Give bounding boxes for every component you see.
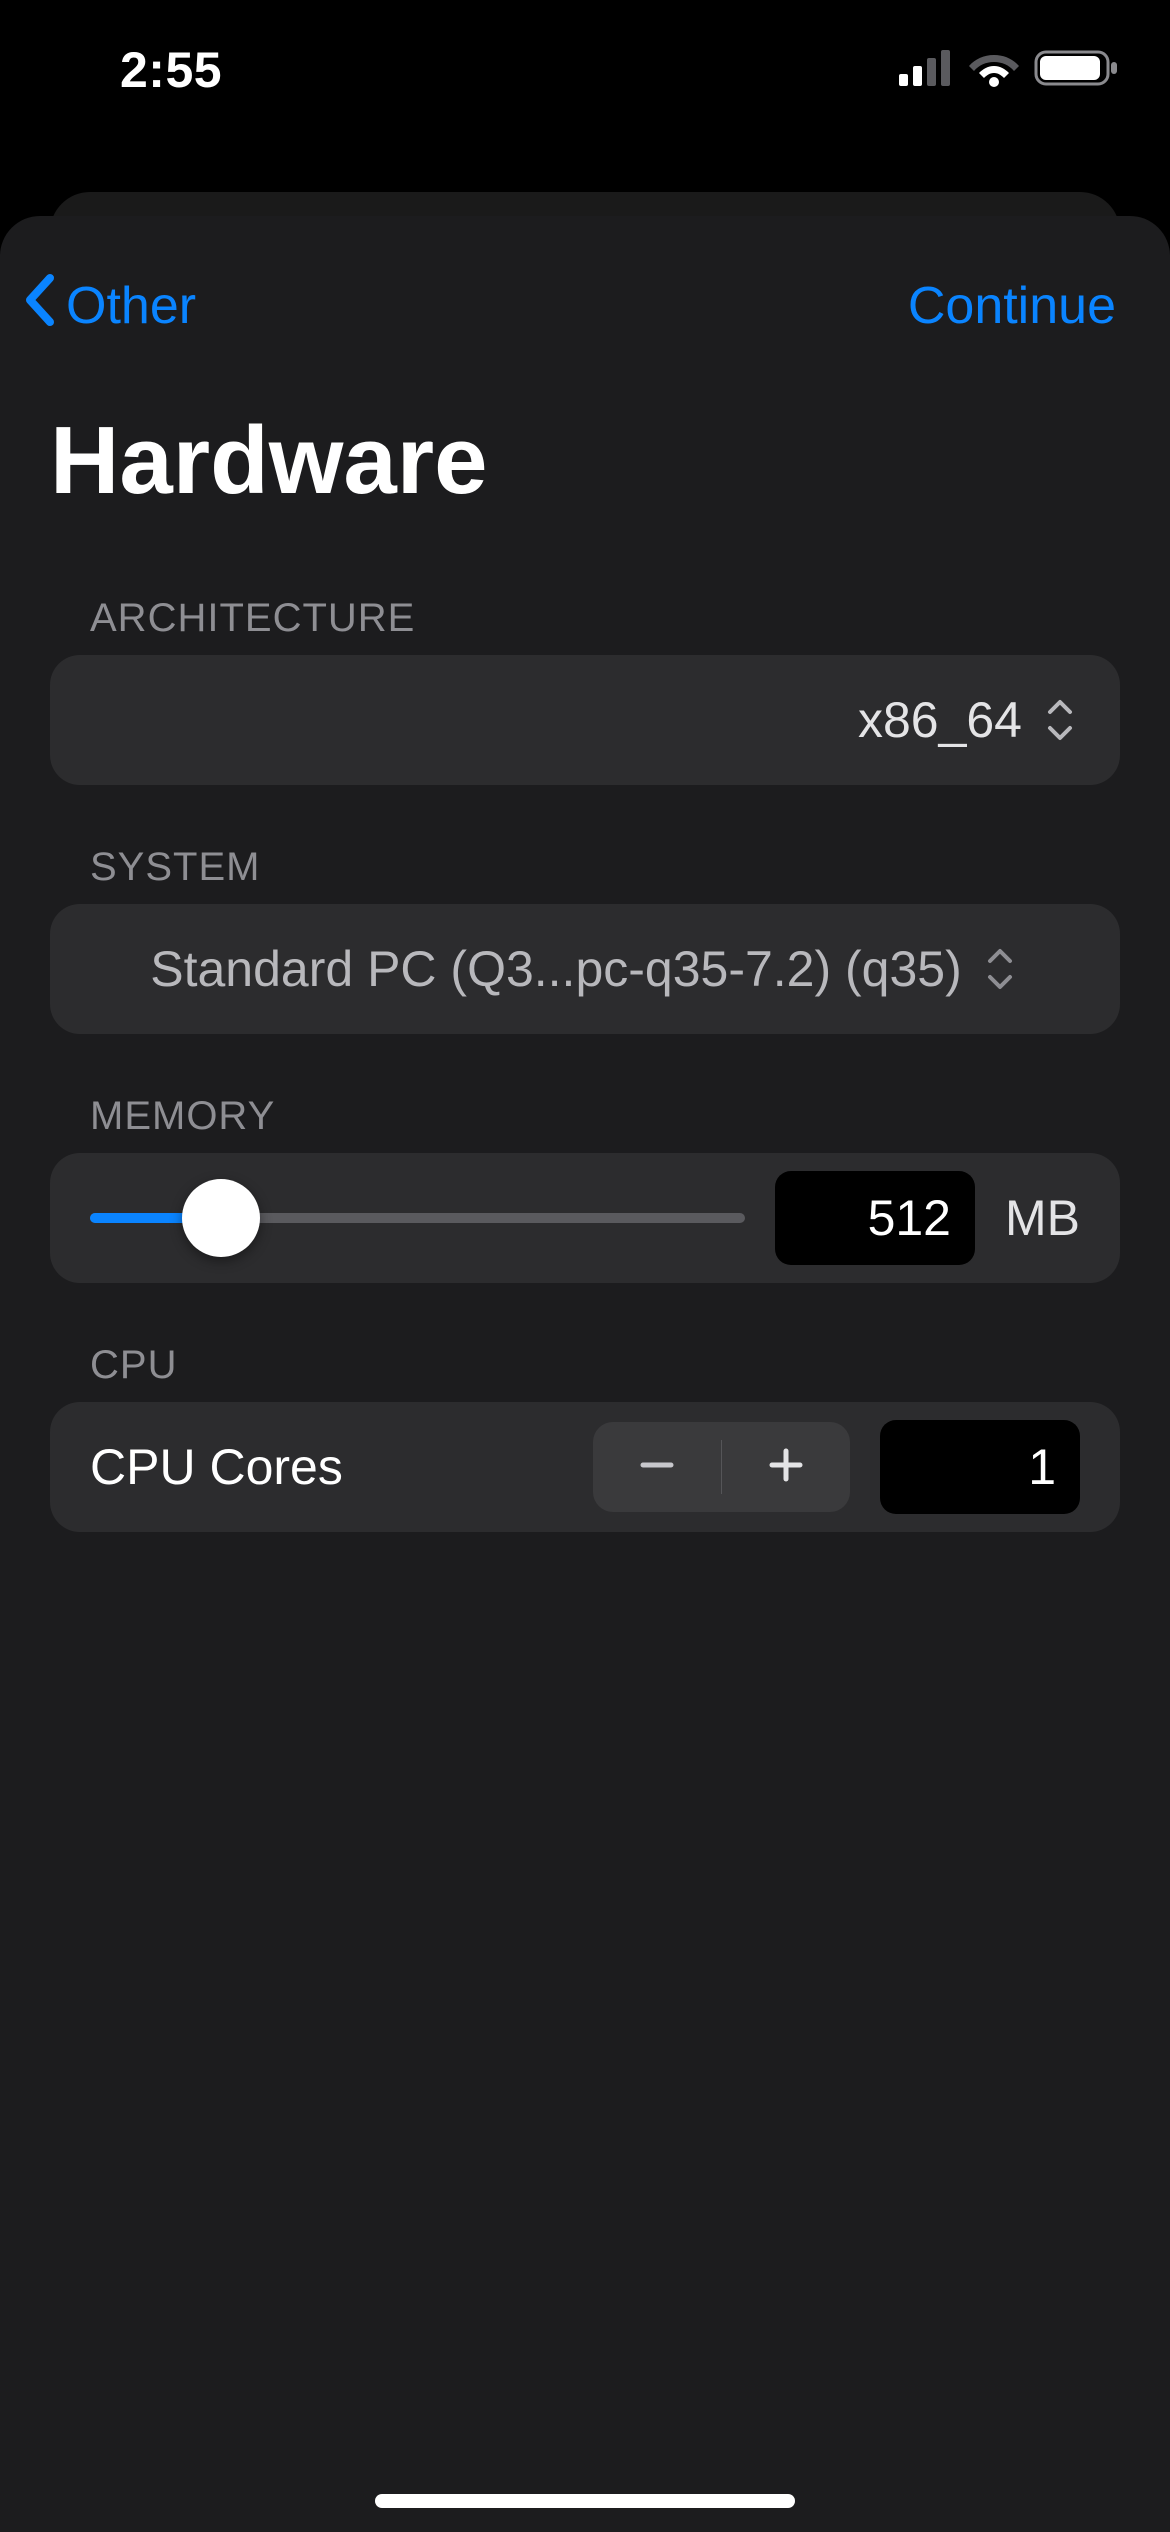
continue-button[interactable]: Continue [908, 276, 1130, 336]
chevron-left-icon [20, 270, 66, 343]
architecture-select[interactable]: x86_64 [50, 655, 1120, 785]
system-select[interactable]: Standard PC (Q3...pc-q35-7.2) (q35) [50, 904, 1120, 1034]
cpu-row: CPU Cores 1 [50, 1402, 1120, 1532]
memory-slider[interactable] [90, 1192, 745, 1244]
memory-value-field[interactable]: 512 [775, 1171, 975, 1265]
wifi-icon [968, 49, 1020, 92]
status-time: 2:55 [120, 41, 222, 99]
status-indicators [899, 48, 1120, 93]
status-bar: 2:55 [0, 0, 1170, 140]
minus-icon [637, 1445, 677, 1490]
section-header-memory: MEMORY [0, 1034, 1170, 1153]
section-header-cpu: CPU [0, 1283, 1170, 1402]
cpu-cores-label: CPU Cores [90, 1438, 563, 1496]
slider-thumb[interactable] [182, 1179, 260, 1257]
section-header-architecture: ARCHITECTURE [0, 536, 1170, 655]
back-label: Other [66, 276, 196, 336]
plus-icon [766, 1445, 806, 1490]
memory-row: 512 MB [50, 1153, 1120, 1283]
nav-bar: Other Continue [0, 246, 1170, 366]
sheet: Other Continue Hardware ARCHITECTURE x86… [0, 216, 1170, 2532]
architecture-value: x86_64 [858, 691, 1022, 749]
stepper-decrement-button[interactable] [593, 1422, 721, 1512]
cpu-value-field[interactable]: 1 [880, 1420, 1080, 1514]
stepper-increment-button[interactable] [722, 1422, 850, 1512]
back-button[interactable]: Other [20, 270, 196, 343]
chevron-up-down-icon [1040, 696, 1080, 744]
battery-icon [1034, 48, 1120, 93]
cpu-stepper [593, 1422, 850, 1512]
cellular-icon [899, 50, 954, 91]
section-header-system: SYSTEM [0, 785, 1170, 904]
chevron-up-down-icon [980, 945, 1020, 993]
memory-unit: MB [1005, 1189, 1080, 1247]
home-indicator[interactable] [375, 2494, 795, 2508]
system-value: Standard PC (Q3...pc-q35-7.2) (q35) [150, 940, 962, 998]
page-title: Hardware [0, 366, 1170, 536]
